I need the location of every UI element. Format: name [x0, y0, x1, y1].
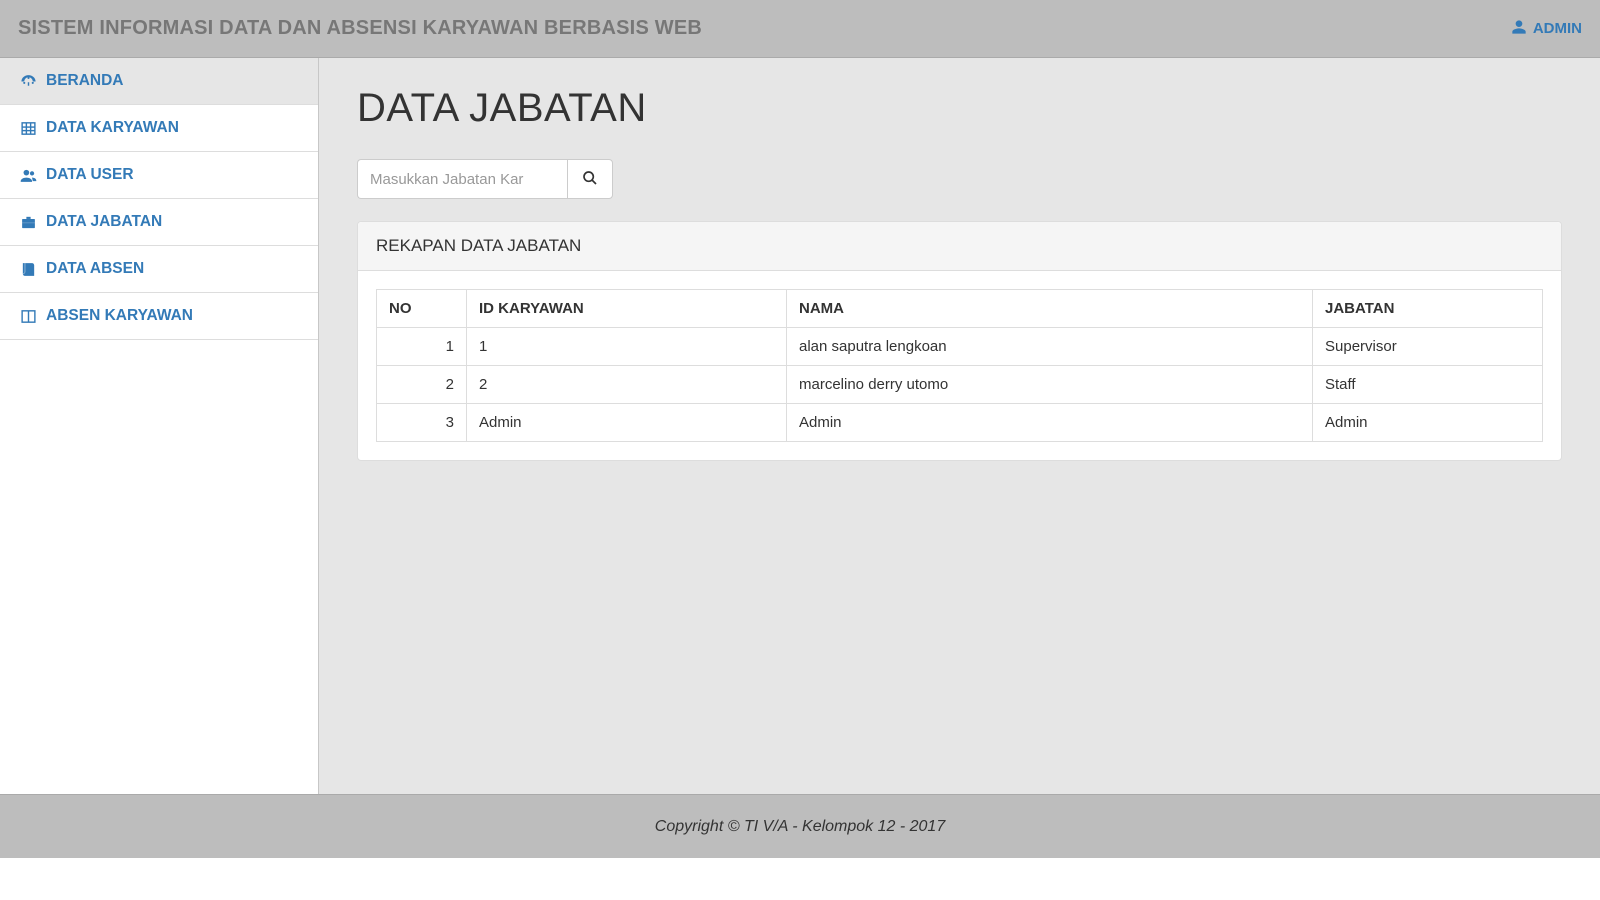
sidebar-item-data-user[interactable]: DATA USER [0, 152, 318, 199]
table-row: 1 1 alan saputra lengkoan Supervisor [377, 328, 1543, 366]
table-header-id: ID KARYAWAN [467, 290, 787, 328]
sidebar-item-label: DATA KARYAWAN [46, 119, 179, 137]
table-header-nama: NAMA [787, 290, 1313, 328]
footer-text: Copyright © TI V/A - Kelompok 12 - 2017 [655, 818, 945, 836]
briefcase-icon [18, 214, 38, 231]
dashboard-icon [18, 73, 38, 90]
cell-nama: Admin [787, 404, 1313, 442]
app-title: SISTEM INFORMASI DATA DAN ABSENSI KARYAW… [18, 17, 702, 40]
sidebar-item-absen-karyawan[interactable]: ABSEN KARYAWAN [0, 293, 318, 340]
search-form [357, 159, 1562, 199]
book-icon [18, 261, 38, 278]
sidebar-item-data-karyawan[interactable]: DATA KARYAWAN [0, 105, 318, 152]
table-row: 3 Admin Admin Admin [377, 404, 1543, 442]
main-content: DATA JABATAN REKAPAN DATA JABATAN NO ID … [319, 58, 1600, 794]
navbar: SISTEM INFORMASI DATA DAN ABSENSI KARYAW… [0, 0, 1600, 58]
panel-title: REKAPAN DATA JABATAN [358, 222, 1561, 271]
user-label: ADMIN [1533, 20, 1582, 37]
cell-nama: marcelino derry utomo [787, 366, 1313, 404]
search-input[interactable] [357, 159, 567, 199]
cell-id: 1 [467, 328, 787, 366]
search-button[interactable] [567, 159, 613, 199]
cell-no: 2 [377, 366, 467, 404]
sidebar-item-data-jabatan[interactable]: DATA JABATAN [0, 199, 318, 246]
user-menu[interactable]: ADMIN [1511, 19, 1582, 39]
cell-jabatan: Admin [1313, 404, 1543, 442]
data-table: NO ID KARYAWAN NAMA JABATAN 1 1 alan sap… [376, 289, 1543, 442]
cell-no: 1 [377, 328, 467, 366]
users-icon [18, 167, 38, 184]
sidebar: BERANDA DATA KARYAWAN DATA USER DATA JAB… [0, 58, 319, 794]
cell-jabatan: Staff [1313, 366, 1543, 404]
columns-icon [18, 308, 38, 325]
sidebar-item-beranda[interactable]: BERANDA [0, 58, 318, 105]
sidebar-item-label: DATA ABSEN [46, 260, 144, 278]
panel: REKAPAN DATA JABATAN NO ID KARYAWAN NAMA… [357, 221, 1562, 461]
table-icon [18, 120, 38, 137]
search-icon [582, 170, 598, 189]
sidebar-item-data-absen[interactable]: DATA ABSEN [0, 246, 318, 293]
cell-id: 2 [467, 366, 787, 404]
table-header-no: NO [377, 290, 467, 328]
page-title: DATA JABATAN [357, 86, 1562, 131]
cell-no: 3 [377, 404, 467, 442]
table-row: 2 2 marcelino derry utomo Staff [377, 366, 1543, 404]
cell-nama: alan saputra lengkoan [787, 328, 1313, 366]
cell-jabatan: Supervisor [1313, 328, 1543, 366]
sidebar-item-label: DATA JABATAN [46, 213, 162, 231]
user-icon [1511, 19, 1533, 39]
footer: Copyright © TI V/A - Kelompok 12 - 2017 [0, 794, 1600, 858]
sidebar-item-label: BERANDA [46, 72, 124, 90]
table-header-jabatan: JABATAN [1313, 290, 1543, 328]
cell-id: Admin [467, 404, 787, 442]
sidebar-item-label: ABSEN KARYAWAN [46, 307, 193, 325]
sidebar-item-label: DATA USER [46, 166, 134, 184]
